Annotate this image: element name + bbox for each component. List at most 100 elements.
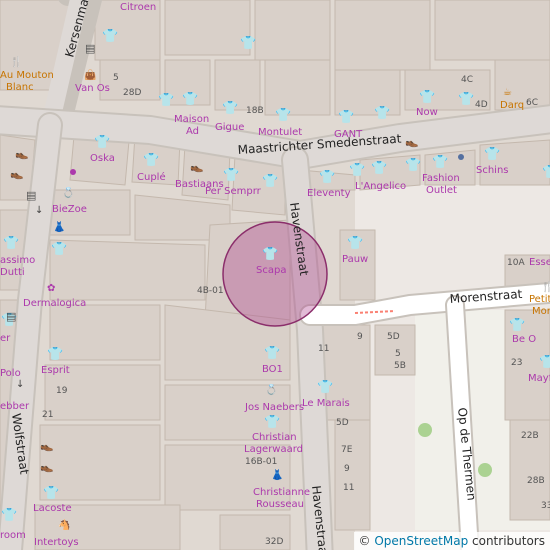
- shop-label: BO1: [262, 364, 283, 375]
- tshirt-icon: 👕: [182, 92, 198, 107]
- rocking-horse-icon: 🐴: [58, 518, 70, 531]
- shop-label: GANT: [334, 129, 363, 140]
- shop-label: Outlet: [426, 185, 457, 196]
- shop-label: Intertoys: [34, 537, 79, 548]
- house-number: 28B: [527, 476, 545, 486]
- oneway-arrow: ↓: [16, 379, 24, 390]
- tshirt-icon: 👕: [262, 247, 278, 262]
- entrance-icon: ▤: [85, 42, 95, 55]
- shop-label: L'Angelico: [355, 181, 406, 192]
- shop-label: Schins: [476, 165, 509, 176]
- copyright-symbol: ©: [358, 534, 371, 548]
- shop-label: er: [0, 333, 11, 344]
- tree-icon: [478, 463, 492, 477]
- tshirt-icon: 👕: [47, 347, 63, 362]
- tshirt-icon: 👕: [347, 236, 363, 251]
- coffee-cup-icon: ☕: [503, 87, 512, 98]
- tshirt-icon: 👕: [419, 90, 435, 105]
- tshirt-icon: 👕: [3, 236, 19, 251]
- house-number: 5D: [387, 332, 400, 342]
- shop-label: Esse: [529, 257, 550, 268]
- shop-label: BieZoe: [52, 204, 87, 215]
- restaurant-label: Mor: [532, 306, 550, 317]
- shoe-icon: 👞: [10, 167, 24, 180]
- tshirt-icon: 👕: [432, 155, 448, 170]
- shop-label: ebber: [0, 401, 30, 412]
- shop-label: Maison: [174, 114, 209, 125]
- tshirt-icon: 👕: [262, 174, 278, 189]
- shop-label: Le Marais: [302, 398, 350, 409]
- fork-knife-icon: 🍴: [10, 55, 22, 68]
- house-number: 11: [343, 483, 354, 493]
- osm-link[interactable]: OpenStreetMap: [374, 534, 468, 548]
- entrance-icon: ▤: [26, 189, 36, 202]
- tshirt-icon: 👕: [143, 153, 159, 168]
- map-canvas[interactable]: 👕 👕 👕 👕 👕 👕 👕 👕 👕 👕 👕 👕 👕 👕 👕 👕 👕 👕 👕 👕 …: [0, 0, 550, 550]
- house-number: 23: [511, 358, 522, 368]
- shop-label: Christian: [252, 432, 297, 443]
- house-number: 4D: [475, 100, 488, 110]
- shop-label: Pauw: [342, 254, 368, 265]
- tshirt-icon: 👕: [542, 165, 550, 180]
- house-number: 22B: [521, 431, 539, 441]
- tshirt-icon: 👕: [94, 135, 110, 150]
- shop-label: Now: [416, 107, 438, 118]
- tshirt-icon: 👕: [158, 93, 174, 108]
- boutique-icon: 👗: [53, 220, 65, 233]
- house-number: 18B: [246, 106, 264, 116]
- attribution-suffix: contributors: [472, 534, 545, 548]
- house-number: 32D: [265, 537, 283, 547]
- tshirt-icon: 👕: [102, 29, 118, 44]
- map-attribution: © OpenStreetMap contributors: [353, 532, 550, 550]
- tshirt-icon: 👕: [51, 242, 67, 257]
- house-number: 9: [357, 332, 363, 342]
- fork-knife-icon: 🍴: [541, 280, 550, 293]
- ring-icon: 💍: [265, 383, 277, 396]
- house-number: 19: [56, 386, 68, 396]
- tshirt-icon: 👕: [338, 110, 354, 125]
- boutique-icon: 👗: [271, 468, 283, 481]
- tshirt-icon: 👕: [405, 158, 421, 173]
- house-number: 21: [42, 410, 53, 420]
- shoe-icon: 👞: [405, 135, 419, 148]
- shop-label: assimo: [0, 255, 35, 266]
- shop-label: Eleventy: [307, 188, 351, 199]
- tshirt-icon: 👕: [222, 101, 238, 116]
- tshirt-icon: 👕: [509, 318, 525, 333]
- house-number: 5B: [394, 361, 406, 371]
- house-number: 5: [113, 73, 119, 83]
- house-number: 5D: [336, 418, 349, 428]
- cosmetics-icon: ✿: [47, 283, 55, 294]
- shop-label: Gigue: [215, 122, 244, 133]
- shop-label: Lagerwaard: [244, 444, 303, 455]
- restaurant-label: Petite: [529, 294, 550, 305]
- oneway-arrow: ↓: [35, 205, 43, 216]
- shop-label: Ad: [186, 126, 199, 137]
- shoe-icon: 👞: [15, 147, 29, 160]
- tshirt-icon: 👕: [374, 106, 390, 121]
- tshirt-icon: 👕: [484, 147, 500, 162]
- shop-label: Van Os: [75, 83, 110, 94]
- tshirt-icon: 👕: [349, 163, 365, 178]
- entrance-icon: ▤: [6, 310, 16, 323]
- shop-dot: [458, 154, 464, 160]
- tshirt-icon: 👕: [264, 346, 280, 361]
- shoe-icon: 👞: [40, 439, 54, 452]
- shoe-icon: 👞: [40, 460, 54, 473]
- shop-label: Esprit: [41, 365, 70, 376]
- house-number: 9: [344, 464, 350, 474]
- tshirt-icon: 👕: [317, 380, 333, 395]
- shop-label: Jos Naebers: [244, 402, 304, 413]
- shop-label: Mayf: [528, 373, 550, 384]
- tshirt-icon: 👕: [275, 108, 291, 123]
- shop-label: Christianne: [253, 487, 310, 498]
- house-number: 11: [318, 344, 329, 354]
- map-view[interactable]: 👕 👕 👕 👕 👕 👕 👕 👕 👕 👕 👕 👕 👕 👕 👕 👕 👕 👕 👕 👕 …: [0, 0, 550, 550]
- house-number: 16B-01: [245, 457, 277, 467]
- tshirt-icon: 👕: [240, 36, 256, 51]
- house-number: 6C: [526, 98, 538, 108]
- house-number: 28D: [123, 88, 141, 98]
- shop-label: Citroen: [120, 2, 156, 13]
- ring-icon: 💍: [62, 186, 74, 199]
- shop-label: Fashion: [422, 173, 460, 184]
